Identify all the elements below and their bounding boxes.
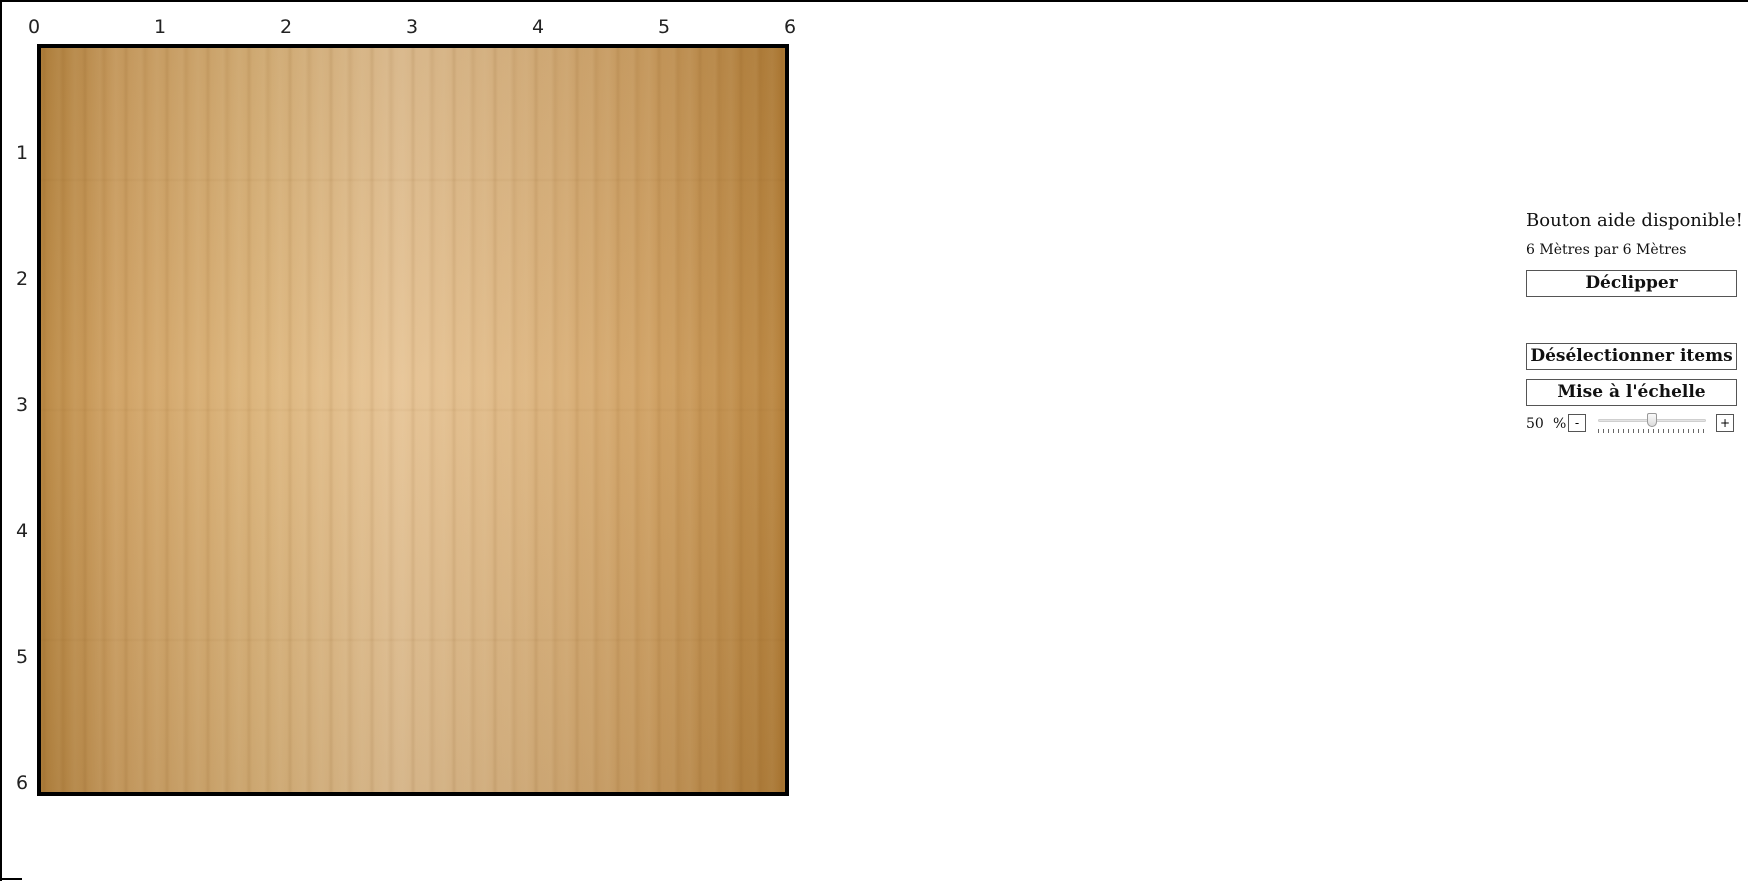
- ruler-y-label: 3: [15, 394, 29, 416]
- horizontal-ruler: 0 1 2 3 4 5 6: [0, 0, 820, 44]
- ruler-x-label: 3: [405, 16, 419, 38]
- ruler-y-label: 6: [15, 772, 29, 794]
- zoom-slider-thumb[interactable]: [1647, 413, 1657, 427]
- deselect-items-button[interactable]: Désélectionner items: [1526, 343, 1737, 370]
- help-available-text: Bouton aide disponible!: [1526, 210, 1743, 231]
- ruler-y-label: 5: [15, 646, 29, 668]
- room-dimensions-text: 6 Mètres par 6 Mètres: [1526, 242, 1687, 258]
- zoom-value: 50: [1526, 416, 1544, 432]
- ruler-y-label: 4: [15, 520, 29, 542]
- wood-floor-canvas[interactable]: [37, 44, 789, 796]
- zoom-in-button[interactable]: +: [1716, 414, 1734, 432]
- zoom-slider[interactable]: [1598, 413, 1706, 434]
- zoom-control: 50 % - +: [1526, 413, 1740, 436]
- scale-button[interactable]: Mise à l'échelle: [1526, 379, 1737, 406]
- unclip-button[interactable]: Déclipper: [1526, 270, 1737, 297]
- ruler-y-label: 2: [15, 268, 29, 290]
- ruler-x-label: 2: [279, 16, 293, 38]
- zoom-slider-ticks: [1598, 429, 1706, 433]
- zoom-unit: %: [1553, 416, 1567, 432]
- ruler-x-label: 4: [531, 16, 545, 38]
- zoom-out-button[interactable]: -: [1568, 414, 1586, 432]
- control-panel: Bouton aide disponible! 6 Mètres par 6 M…: [1526, 210, 1743, 436]
- ruler-x-label: 1: [153, 16, 167, 38]
- frame-bottom-stub: [0, 878, 22, 880]
- ruler-x-label: 5: [657, 16, 671, 38]
- ruler-x-label: 6: [783, 16, 797, 38]
- floor-grain-overlay: [41, 48, 785, 792]
- floor-planner-page: 0 1 2 3 4 5 6 1 2 3 4 5 6 Bouton aide di…: [0, 0, 1748, 881]
- ruler-y-label: 1: [15, 142, 29, 164]
